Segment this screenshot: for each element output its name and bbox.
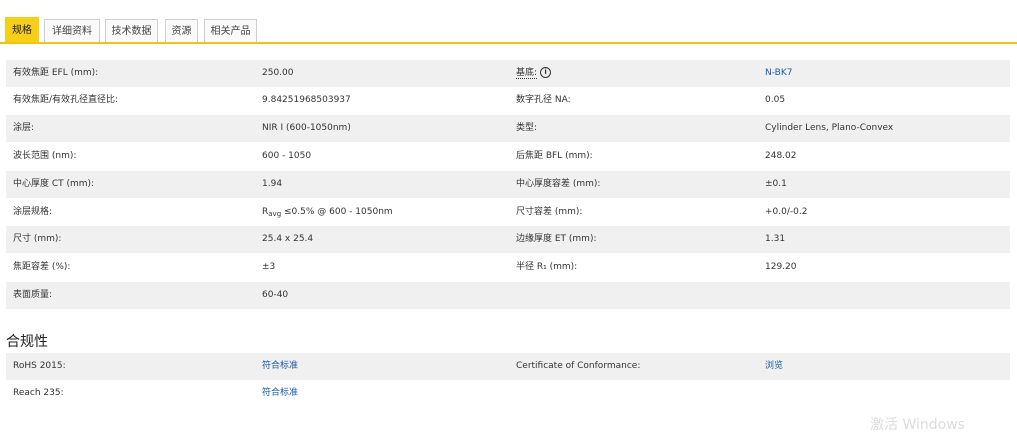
table-row: 波长范围 (nm): 600 - 1050 后焦距 BFL (mm): 248.… bbox=[6, 143, 1010, 170]
spec-value: 600 - 1050 bbox=[262, 151, 312, 161]
spec-label: 半径 R₁ (mm): bbox=[516, 262, 578, 272]
table-row: 中心厚度 CT (mm): 1.94 中心厚度容差 (mm): ±0.1 bbox=[6, 171, 1010, 198]
spec-label: 有效焦距/有效孔径直径比: bbox=[13, 95, 119, 105]
spec-value: 60-40 bbox=[262, 290, 289, 300]
tab-technical-data[interactable]: 技术数据 bbox=[105, 19, 158, 42]
spec-label: 后焦距 BFL (mm): bbox=[516, 151, 593, 161]
spec-label: 尺寸 (mm): bbox=[13, 234, 62, 244]
spec-value: 25.4 x 25.4 bbox=[262, 234, 314, 244]
info-circle-icon[interactable]: i bbox=[540, 67, 552, 78]
spec-label: 有效焦距 EFL (mm): bbox=[13, 68, 99, 78]
spec-value: 129.20 bbox=[765, 262, 797, 272]
spec-value: NIR I (600-1050nm) bbox=[262, 123, 351, 133]
spec-value: 0.05 bbox=[765, 95, 786, 105]
reach-compliant-link[interactable]: 符合标准 bbox=[262, 380, 298, 407]
windows-activation-watermark: 激活 Windows bbox=[870, 417, 965, 433]
tab-related-products[interactable]: 相关产品 bbox=[204, 19, 257, 42]
certificate-view-link[interactable]: 浏览 bbox=[765, 353, 783, 380]
spec-label: 边缘厚度 ET (mm): bbox=[516, 234, 597, 244]
table-row: 表面质量: 60-40 bbox=[6, 282, 1010, 309]
table-row: 涂层: NIR I (600-1050nm) 类型: Cylinder Lens… bbox=[6, 115, 1010, 142]
spec-value: Ravg ≤0.5% @ 600 - 1050nm bbox=[262, 199, 393, 226]
spec-label: 表面质量: bbox=[13, 290, 53, 300]
spec-label: 尺寸容差 (mm): bbox=[516, 207, 583, 217]
spec-value: 248.02 bbox=[765, 151, 797, 161]
spec-value: 1.94 bbox=[262, 179, 283, 189]
table-row: 涂层规格: Ravg ≤0.5% @ 600 - 1050nm 尺寸容差 (mm… bbox=[6, 199, 1010, 226]
compliance-label: Reach 235: bbox=[13, 388, 64, 398]
spec-value: ±0.1 bbox=[765, 179, 787, 189]
spec-label: 中心厚度容差 (mm): bbox=[516, 179, 601, 189]
spec-label: 涂层: bbox=[13, 123, 35, 133]
tab-underline bbox=[0, 42, 1017, 44]
table-row: 尺寸 (mm): 25.4 x 25.4 边缘厚度 ET (mm): 1.31 bbox=[6, 226, 1010, 253]
spec-value: 9.84251968503937 bbox=[262, 95, 351, 105]
table-row: 焦距容差 (%): ±3 半径 R₁ (mm): 129.20 bbox=[6, 254, 1010, 281]
spec-value: +0.0/-0.2 bbox=[765, 207, 808, 217]
tab-details[interactable]: 详细资料 bbox=[44, 19, 100, 42]
tab-bar: 规格 详细资料 技术数据 资源 相关产品 bbox=[0, 0, 1017, 44]
section-title-compliance: 合规性 bbox=[6, 334, 48, 350]
spec-value: 250.00 bbox=[262, 68, 294, 78]
spec-value: 1.31 bbox=[765, 234, 786, 244]
compliance-label: Certificate of Conformance: bbox=[516, 361, 641, 371]
compliance-label: RoHS 2015: bbox=[13, 361, 66, 371]
spec-value-subscript: avg bbox=[268, 210, 282, 218]
table-row: 有效焦距 EFL (mm): 250.00 基底: i N-BK7 bbox=[6, 60, 1010, 87]
spec-value-rest: ≤0.5% @ 600 - 1050nm bbox=[281, 207, 393, 217]
table-row: Reach 235: 符合标准 bbox=[6, 380, 1010, 407]
table-row: RoHS 2015: 符合标准 Certificate of Conforman… bbox=[6, 353, 1010, 380]
rohs-compliant-link[interactable]: 符合标准 bbox=[262, 353, 298, 380]
tab-specs[interactable]: 规格 bbox=[5, 17, 39, 42]
spec-value: Cylinder Lens, Plano-Convex bbox=[765, 123, 894, 133]
spec-label: 中心厚度 CT (mm): bbox=[13, 179, 95, 189]
spec-label: 类型: bbox=[516, 123, 538, 133]
substrate-link[interactable]: N-BK7 bbox=[765, 60, 792, 87]
spec-label: 数字孔径 NA: bbox=[516, 95, 571, 105]
spec-label: 基底: bbox=[516, 68, 538, 79]
tab-resources[interactable]: 资源 bbox=[165, 19, 198, 42]
spec-label-substrate: 基底: i bbox=[516, 60, 552, 87]
spec-value: ±3 bbox=[262, 262, 276, 272]
spec-label: 涂层规格: bbox=[13, 207, 53, 217]
spec-label: 焦距容差 (%): bbox=[13, 262, 71, 272]
spec-label: 波长范围 (nm): bbox=[13, 151, 77, 161]
table-row: 有效焦距/有效孔径直径比: 9.84251968503937 数字孔径 NA: … bbox=[6, 87, 1010, 114]
